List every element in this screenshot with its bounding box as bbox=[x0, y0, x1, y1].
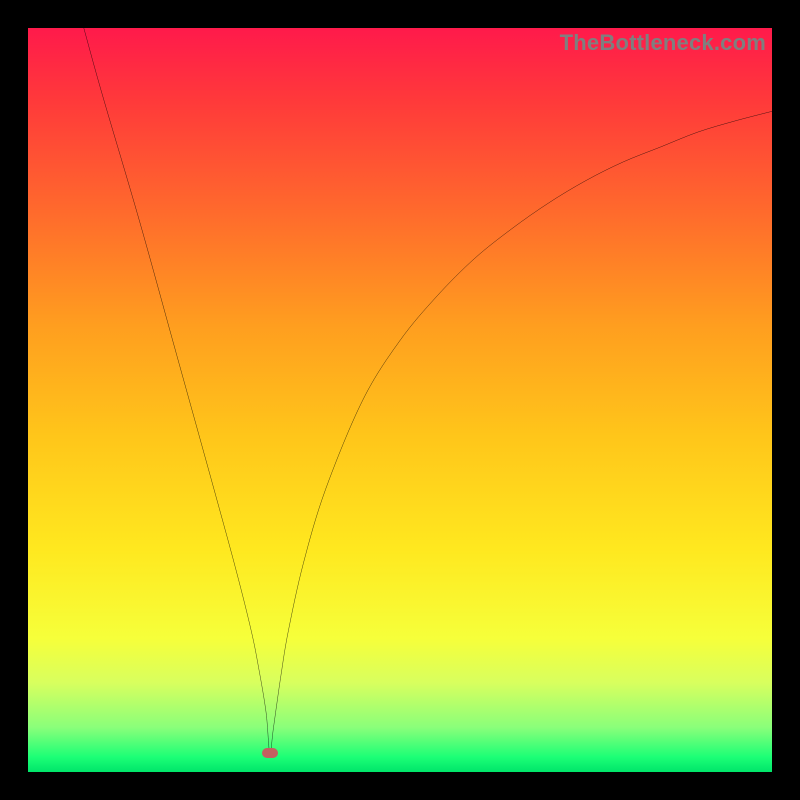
minimum-marker bbox=[262, 748, 278, 758]
curve-svg bbox=[28, 28, 772, 772]
plot-area: TheBottleneck.com bbox=[28, 28, 772, 772]
bottleneck-curve-path bbox=[84, 28, 772, 754]
chart-frame: TheBottleneck.com bbox=[0, 0, 800, 800]
